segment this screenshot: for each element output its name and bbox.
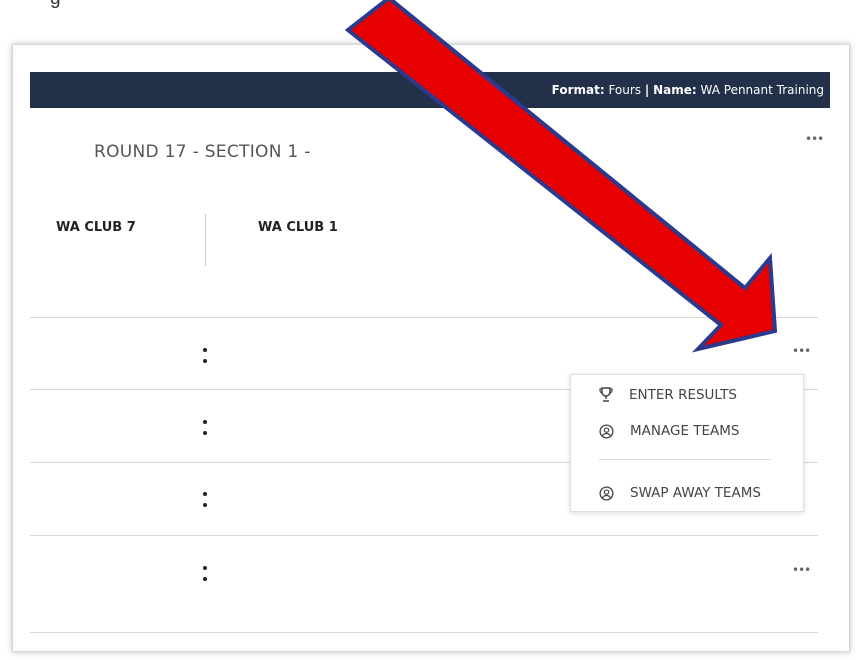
red-arrow-icon	[344, 0, 778, 353]
